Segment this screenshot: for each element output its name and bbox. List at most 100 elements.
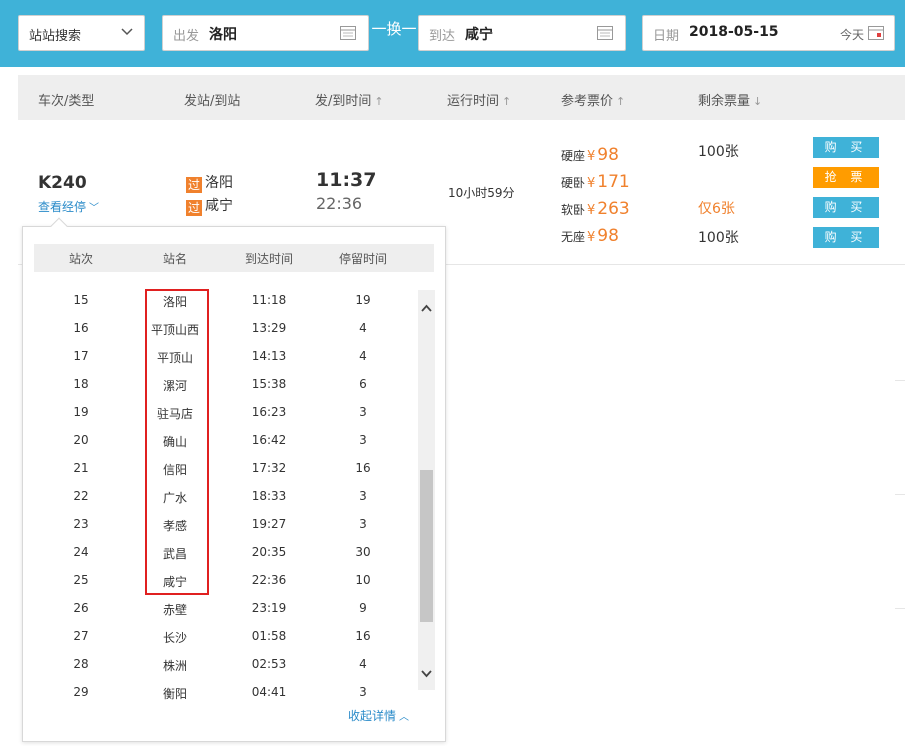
row-divider — [895, 494, 905, 495]
stop-row: 19 驻马店 16:23 3 — [34, 398, 419, 426]
sort-down-icon: ↓ — [753, 95, 763, 108]
search-bar: 站站搜索 出发 洛阳 一换一 到达 咸宁 日期 2018-05-15 今天 — [0, 0, 905, 67]
stop-row: 15 洛阳 11:18 19 — [34, 286, 419, 314]
stop-no: 29 — [73, 685, 89, 699]
stop-arrive: 14:13 — [251, 349, 287, 363]
stop-stay: 3 — [359, 405, 367, 419]
stop-no: 16 — [73, 321, 89, 335]
header-remaining[interactable]: 剩余票量 ↓ — [698, 90, 762, 109]
collapse-details-link[interactable]: 收起详情 ︿ — [348, 707, 409, 724]
stops-scrollbar[interactable] — [418, 290, 435, 690]
header-price[interactable]: 参考票价 ↑ — [561, 90, 625, 109]
results-header: 车次/类型 发站/到站 发/到时间 ↑ 运行时间 ↑ 参考票价 ↑ 剩余票量 ↓ — [18, 75, 905, 120]
stop-arrive: 22:36 — [251, 573, 287, 587]
chevron-down-icon: ﹀ — [89, 203, 100, 214]
stop-name: 赤壁 — [162, 603, 188, 617]
stop-no: 20 — [73, 433, 89, 447]
scroll-up-icon[interactable] — [420, 302, 433, 316]
stop-arrive: 13:29 — [251, 321, 287, 335]
stop-no: 23 — [73, 517, 89, 531]
from-value: 洛阳 — [209, 27, 237, 43]
scroll-thumb[interactable] — [420, 470, 433, 622]
highlight-box — [145, 289, 209, 595]
buy-button[interactable]: 购 买 — [813, 227, 879, 248]
station-list-icon[interactable] — [340, 26, 356, 40]
stop-row: 27 长沙 01:58 16 — [34, 622, 419, 650]
stop-arrive: 23:19 — [251, 601, 287, 615]
stops-popup: 站次 站名 到达时间 停留时间 15 洛阳 11:18 19 16 平顶山西 13:29 4 1… — [22, 217, 446, 742]
stop-stay: 19 — [355, 293, 371, 307]
stop-row: 16 平顶山西 13:29 4 — [34, 314, 419, 342]
buy-button[interactable]: 购 买 — [813, 137, 879, 158]
to-station-field[interactable]: 到达 咸宁 — [418, 15, 626, 51]
fare-item: 硬卧 ¥171 — [561, 172, 630, 192]
fare-item: 软卧 ¥263 — [561, 199, 630, 219]
stop-row: 29 衡阳 04:41 3 — [34, 678, 419, 706]
search-mode-select[interactable]: 站站搜索 — [18, 15, 145, 51]
stop-row: 25 咸宁 22:36 10 — [34, 566, 419, 594]
header-stop-no: 站次 — [68, 252, 94, 266]
stop-arrive: 15:38 — [251, 377, 287, 391]
stop-row: 20 确山 16:42 3 — [34, 426, 419, 454]
fare-item: 硬座 ¥98 — [561, 145, 619, 165]
stop-name: 株洲 — [162, 659, 188, 673]
header-stay-time: 停留时间 — [338, 252, 388, 266]
depart-time: 11:37 — [316, 169, 377, 191]
header-stop-name: 站名 — [162, 252, 188, 266]
fare-item: 无座 ¥98 — [561, 226, 619, 246]
to-station: 过咸宁 — [186, 198, 233, 216]
stop-arrive: 19:27 — [251, 517, 287, 531]
stop-name: 长沙 — [162, 631, 188, 645]
stop-stay: 10 — [355, 573, 371, 587]
view-stops-link[interactable]: 查看经停 ﹀ — [38, 198, 99, 215]
search-mode-label: 站站搜索 — [29, 29, 82, 44]
calendar-icon[interactable] — [868, 26, 884, 40]
stop-stay: 4 — [359, 349, 367, 363]
swap-stations-button[interactable]: 一换一 — [371, 18, 417, 39]
stop-row: 17 平顶山 14:13 4 — [34, 342, 419, 370]
sort-up-icon: ↑ — [502, 95, 512, 108]
stop-stay: 3 — [359, 517, 367, 531]
train-number: K240 — [38, 173, 87, 193]
run-duration: 10小时59分 — [448, 186, 515, 200]
station-list-icon[interactable] — [597, 26, 613, 40]
stop-row: 26 赤壁 23:19 9 — [34, 594, 419, 622]
scroll-down-icon[interactable] — [420, 666, 433, 680]
stop-row: 21 信阳 17:32 16 — [34, 454, 419, 482]
stop-no: 21 — [73, 461, 89, 475]
to-label: 到达 — [429, 29, 456, 44]
stop-no: 19 — [73, 405, 89, 419]
to-value: 咸宁 — [465, 27, 493, 43]
stop-stay: 6 — [359, 377, 367, 391]
stop-arrive: 16:42 — [251, 433, 287, 447]
row-divider — [895, 380, 905, 381]
remaining-tickets: 100张 — [698, 144, 739, 160]
stop-no: 28 — [73, 657, 89, 671]
header-duration[interactable]: 运行时间 ↑ — [447, 90, 511, 109]
today-label[interactable]: 今天 — [840, 26, 864, 43]
pass-tag: 过 — [186, 200, 202, 216]
stop-stay: 16 — [355, 629, 371, 643]
stop-row: 23 孝感 19:27 3 — [34, 510, 419, 538]
stop-no: 15 — [73, 293, 89, 307]
stop-stay: 3 — [359, 433, 367, 447]
stops-table-header: 站次 站名 到达时间 停留时间 — [34, 244, 434, 272]
from-station-field[interactable]: 出发 洛阳 — [162, 15, 369, 51]
date-label: 日期 — [653, 29, 680, 44]
stop-stay: 4 — [359, 657, 367, 671]
stop-stay: 9 — [359, 601, 367, 615]
grab-ticket-button[interactable]: 抢 票 — [813, 167, 879, 188]
date-field[interactable]: 日期 2018-05-15 今天 — [642, 15, 895, 51]
chevron-up-icon: ︿ — [399, 712, 410, 723]
stop-arrive: 20:35 — [251, 545, 287, 559]
stop-arrive: 16:23 — [251, 405, 287, 419]
stop-no: 18 — [73, 377, 89, 391]
stop-no: 26 — [73, 601, 89, 615]
header-times[interactable]: 发/到时间 ↑ — [315, 90, 384, 109]
stop-no: 22 — [73, 489, 89, 503]
from-station: 过洛阳 — [186, 175, 233, 193]
arrive-time: 22:36 — [316, 194, 363, 213]
header-stations: 发站/到站 — [184, 94, 241, 109]
stop-arrive: 01:58 — [251, 629, 287, 643]
buy-button[interactable]: 购 买 — [813, 197, 879, 218]
